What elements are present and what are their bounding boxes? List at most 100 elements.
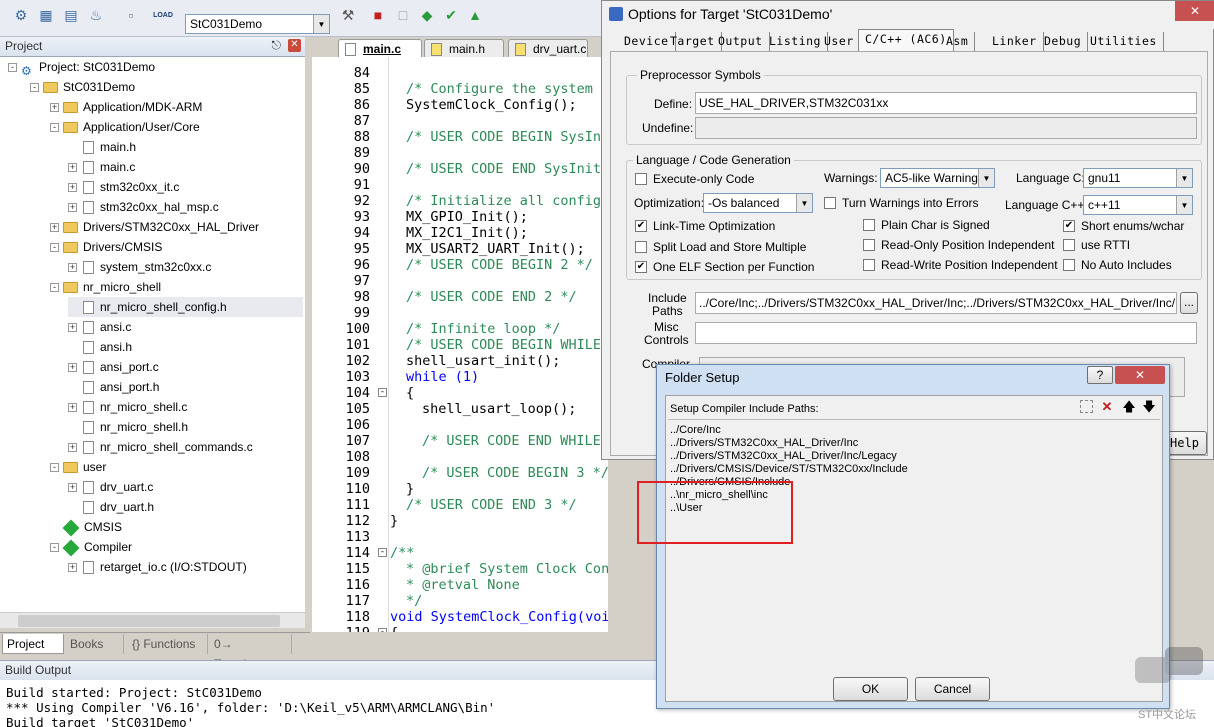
tree-item[interactable]: drv_uart.h <box>68 497 154 517</box>
tree-item[interactable]: + retarget_io.c (I/O:STDOUT) <box>68 557 247 577</box>
include-path-item[interactable]: ../Drivers/CMSIS/Device/ST/STM32C0xx/Inc… <box>670 463 908 476</box>
collapse-icon[interactable]: - <box>50 123 59 133</box>
tree-item[interactable]: + nr_micro_shell.c <box>68 397 187 417</box>
options-tab[interactable]: Utilities <box>1084 32 1164 52</box>
undefine-field[interactable] <box>695 117 1197 139</box>
options-tab[interactable]: Asm <box>940 32 976 52</box>
target-options-icon[interactable]: ⚒ <box>337 4 359 26</box>
expand-icon[interactable]: + <box>68 163 77 173</box>
editor-tab[interactable]: drv_uart.c <box>508 39 588 59</box>
language-c-select[interactable]: gnu11 ▼ <box>1083 168 1193 188</box>
tree-item[interactable]: nr_micro_shell_config.h <box>68 297 303 317</box>
pin-icon[interactable]: ⎋ <box>272 38 282 53</box>
tree-item[interactable]: - nr_micro_shell <box>50 277 161 297</box>
one-elf-checkbox[interactable]: ✔ <box>635 261 647 273</box>
collapse-icon[interactable]: - <box>50 283 59 293</box>
tree-item[interactable]: - ⚙ Project: StC031Demo <box>8 57 155 78</box>
tree-item[interactable]: + system_stm32c0xx.c <box>68 257 211 277</box>
tree-item[interactable]: + nr_micro_shell_commands.c <box>68 437 253 457</box>
collapse-icon[interactable]: - <box>50 543 59 553</box>
batch-build-icon[interactable]: ♨ <box>85 4 107 26</box>
load-icon[interactable]: LOAD <box>152 4 174 26</box>
dialog-close-button[interactable]: ✕ <box>1115 366 1165 384</box>
options-tab[interactable]: Debug <box>1038 32 1089 52</box>
tree-item[interactable]: + Drivers/STM32C0xx_HAL_Driver <box>50 217 259 237</box>
dialog-help-button[interactable]: ? <box>1087 366 1113 384</box>
collapse-icon[interactable]: - <box>50 243 59 253</box>
scroll-thumb[interactable] <box>18 615 280 627</box>
tree-item[interactable]: - StC031Demo <box>30 77 135 97</box>
build-icon[interactable]: ▦ <box>35 4 57 26</box>
move-down-icon[interactable]: 🡇 <box>1140 398 1158 416</box>
translate-icon[interactable]: ⚙ <box>10 4 32 26</box>
tree-item[interactable]: main.h <box>68 137 136 157</box>
collapse-icon[interactable]: - <box>30 83 39 93</box>
tree-scrollbar[interactable] <box>0 612 305 628</box>
collapse-icon[interactable]: - <box>50 463 59 473</box>
browse-include-button[interactable]: ... <box>1180 292 1198 314</box>
target-select[interactable]: StC031Demo ▼ <box>185 14 330 34</box>
tree-item[interactable]: + Application/MDK-ARM <box>50 97 202 117</box>
expand-icon[interactable]: + <box>50 103 59 113</box>
rebuild-icon[interactable]: ▤ <box>60 4 82 26</box>
editor-tab[interactable]: main.h <box>424 39 504 59</box>
expand-icon[interactable]: + <box>68 323 77 333</box>
rw-pi-checkbox[interactable] <box>863 259 875 271</box>
ok-button[interactable]: OK <box>833 677 908 701</box>
expand-icon[interactable]: + <box>68 403 77 413</box>
select-packs-icon[interactable]: ✔ <box>440 4 462 26</box>
use-rtti-checkbox[interactable] <box>1063 239 1075 251</box>
fold-toggle-icon[interactable]: - <box>378 628 387 632</box>
include-path-item[interactable]: ../Core/Inc <box>670 424 721 437</box>
fold-toggle-icon[interactable]: - <box>378 388 387 397</box>
optimization-select[interactable]: -Os balanced ▼ <box>703 193 813 213</box>
fold-toggle-icon[interactable]: - <box>378 548 387 557</box>
close-button[interactable]: ✕ <box>1175 1 1214 21</box>
tree-item[interactable]: + ansi.c <box>68 317 131 337</box>
options-tab[interactable]: User <box>818 32 861 52</box>
tree-item[interactable]: + drv_uart.c <box>68 477 153 497</box>
short-enums-checkbox[interactable]: ✔ <box>1063 220 1075 232</box>
options-tab[interactable]: Output <box>712 32 770 52</box>
tree-item[interactable]: ansi.h <box>68 337 132 357</box>
manage-components-icon[interactable]: ■ <box>367 4 389 26</box>
no-auto-includes-checkbox[interactable] <box>1063 259 1075 271</box>
include-path-item[interactable]: ../Drivers/STM32C0xx_HAL_Driver/Inc <box>670 437 858 450</box>
tree-item[interactable]: - Compiler <box>50 537 132 557</box>
close-icon[interactable]: ✕ <box>288 39 301 52</box>
include-paths-field[interactable]: ../Core/Inc;../Drivers/STM32C0xx_HAL_Dri… <box>695 292 1177 314</box>
tab-books[interactable]: Books <box>66 634 124 654</box>
cancel-button[interactable]: Cancel <box>915 677 990 701</box>
tree-item[interactable]: + stm32c0xx_hal_msp.c <box>68 197 219 217</box>
execute-only-checkbox[interactable] <box>635 173 647 185</box>
misc-controls-field[interactable] <box>695 322 1197 344</box>
rte-icon[interactable]: ▲ <box>464 4 486 26</box>
plain-char-checkbox[interactable] <box>863 219 875 231</box>
expand-icon[interactable]: + <box>68 263 77 273</box>
tree-item[interactable]: - Drivers/CMSIS <box>50 237 162 257</box>
tree-item[interactable]: + stm32c0xx_it.c <box>68 177 179 197</box>
include-path-item[interactable]: ../Drivers/STM32C0xx_HAL_Driver/Inc/Lega… <box>670 450 897 463</box>
stop-build-icon[interactable]: ▫ <box>120 4 142 26</box>
expand-icon[interactable]: + <box>68 183 77 193</box>
expand-icon[interactable]: + <box>68 363 77 373</box>
options-tab[interactable]: Linker <box>986 32 1044 52</box>
warnings-select[interactable]: AC5-like Warnings ▼ <box>880 168 995 188</box>
tree-item[interactable]: - Application/User/Core <box>50 117 200 137</box>
tab-project[interactable]: Project <box>2 634 64 654</box>
tree-item[interactable]: - user <box>50 457 106 477</box>
tab-templates[interactable]: 0→ Templates <box>210 634 292 671</box>
expand-icon[interactable]: + <box>50 223 59 233</box>
language-cpp-select[interactable]: c++11 ▼ <box>1083 195 1193 215</box>
tree-item[interactable]: + ansi_port.c <box>68 357 159 377</box>
delete-icon[interactable]: ✕ <box>1098 398 1116 416</box>
collapse-icon[interactable]: - <box>8 63 17 73</box>
code-editor[interactable]: 84 85 /* Configure the system 86 SystemClock… <box>312 57 608 632</box>
tree-item[interactable]: ansi_port.h <box>68 377 159 397</box>
expand-icon[interactable]: + <box>68 203 77 213</box>
tree-item[interactable]: nr_micro_shell.h <box>68 417 188 437</box>
turn-warnings-checkbox[interactable] <box>824 197 836 209</box>
ro-pi-checkbox[interactable] <box>863 239 875 251</box>
pack-installer-icon[interactable]: ◆ <box>416 4 438 26</box>
split-load-checkbox[interactable] <box>635 241 647 253</box>
